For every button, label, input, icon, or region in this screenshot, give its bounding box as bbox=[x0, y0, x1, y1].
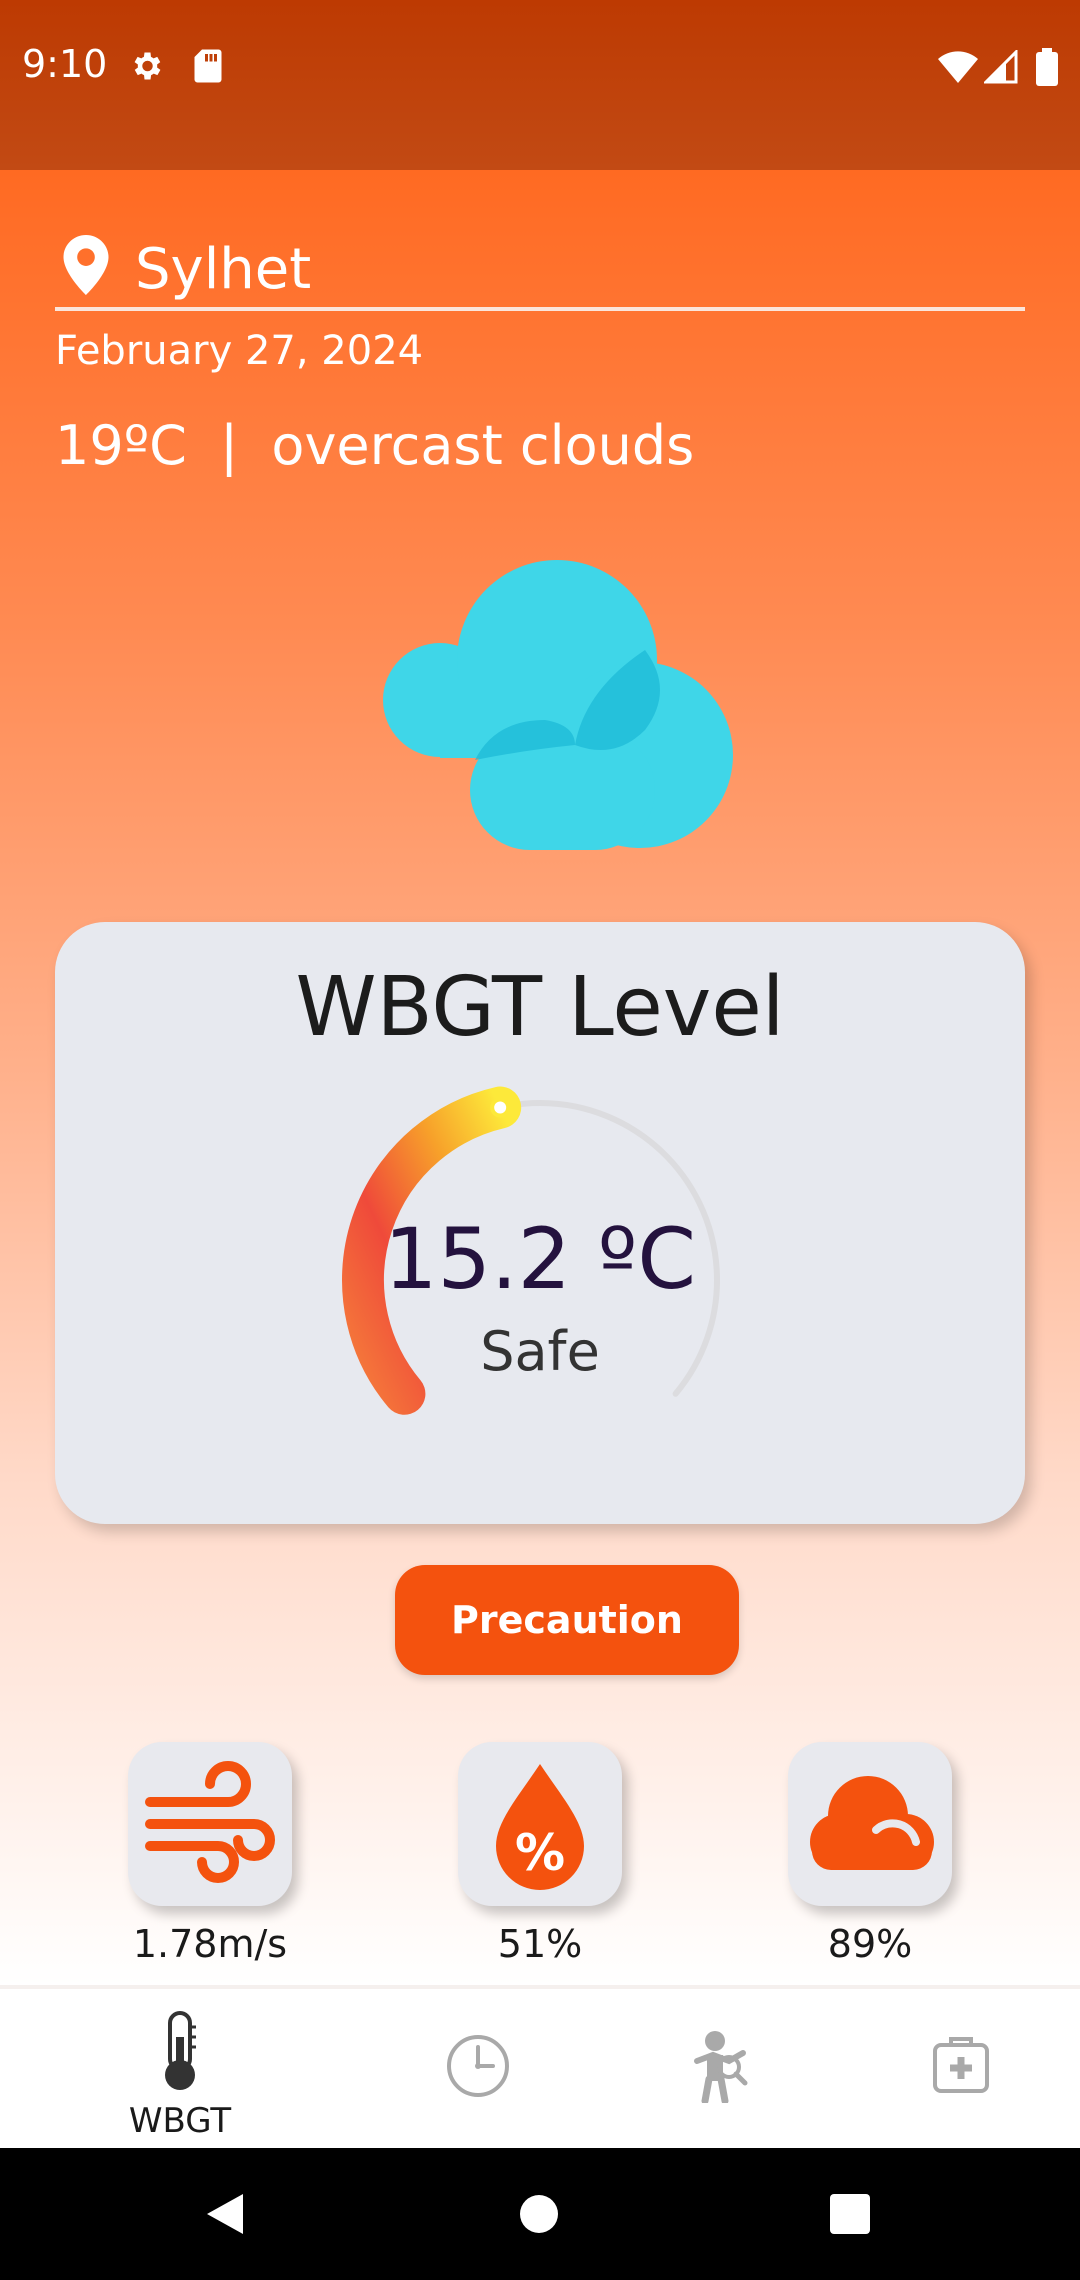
wind-tile[interactable] bbox=[128, 1742, 292, 1906]
cloudiness-icon bbox=[810, 1776, 934, 1870]
recents-icon[interactable] bbox=[830, 2194, 870, 2238]
separator: | bbox=[220, 413, 239, 477]
wind-value: 1.78m/s bbox=[132, 1922, 288, 1966]
location-city: Sylhet bbox=[135, 237, 312, 302]
status-bar: 9:10 bbox=[0, 0, 1080, 170]
temperature: 19ºC bbox=[55, 413, 187, 477]
nav-item-first-aid[interactable] bbox=[825, 1989, 1080, 2152]
wbgt-value: 15.2 ºC bbox=[384, 1210, 696, 1308]
bottom-navigation: WBGT bbox=[0, 1985, 1080, 2152]
person-activity-icon bbox=[685, 2027, 755, 2107]
precaution-button[interactable]: Precaution bbox=[395, 1565, 739, 1675]
back-icon[interactable] bbox=[205, 2192, 245, 2240]
wifi-icon bbox=[938, 50, 978, 88]
location-pin-icon bbox=[63, 235, 109, 299]
system-navigation-bar bbox=[0, 2148, 1080, 2280]
cloudiness-tile[interactable] bbox=[788, 1742, 952, 1906]
battery-icon bbox=[1036, 48, 1058, 90]
gear-icon bbox=[128, 48, 164, 88]
status-time: 9:10 bbox=[22, 42, 108, 86]
wbgt-card: WBGT Level 15.2 ºC Safe bbox=[55, 922, 1025, 1524]
location-field[interactable]: Sylhet bbox=[55, 225, 1025, 311]
wbgt-status: Safe bbox=[480, 1320, 600, 1383]
nav-label-wbgt: WBGT bbox=[128, 2101, 232, 2141]
main-content: Sylhet February 27, 2024 19ºC | overcast… bbox=[0, 170, 1080, 1985]
cloudiness-value: 89% bbox=[827, 1922, 913, 1966]
thermometer-icon bbox=[158, 2011, 202, 2097]
cloud-icon bbox=[375, 560, 755, 854]
weather-description: overcast clouds bbox=[271, 413, 695, 477]
nav-item-clock[interactable] bbox=[345, 1989, 615, 2152]
humidity-icon: % bbox=[496, 1764, 584, 1890]
weather-summary: 19ºC | overcast clouds bbox=[55, 410, 694, 477]
nav-item-wbgt[interactable]: WBGT bbox=[45, 1989, 315, 2152]
home-icon[interactable] bbox=[519, 2194, 559, 2238]
gauge-knob bbox=[490, 1097, 511, 1118]
humidity-value: 51% bbox=[497, 1922, 583, 1966]
clock-icon bbox=[445, 2033, 511, 2103]
first-aid-icon bbox=[933, 2033, 989, 2099]
signal-icon bbox=[982, 48, 1018, 88]
sd-card-icon bbox=[192, 48, 224, 88]
current-date: February 27, 2024 bbox=[55, 328, 424, 374]
svg-text:%: % bbox=[515, 1824, 565, 1882]
nav-item-activity[interactable] bbox=[585, 1989, 855, 2152]
wind-icon bbox=[145, 1761, 275, 1883]
humidity-tile[interactable]: % bbox=[458, 1742, 622, 1906]
